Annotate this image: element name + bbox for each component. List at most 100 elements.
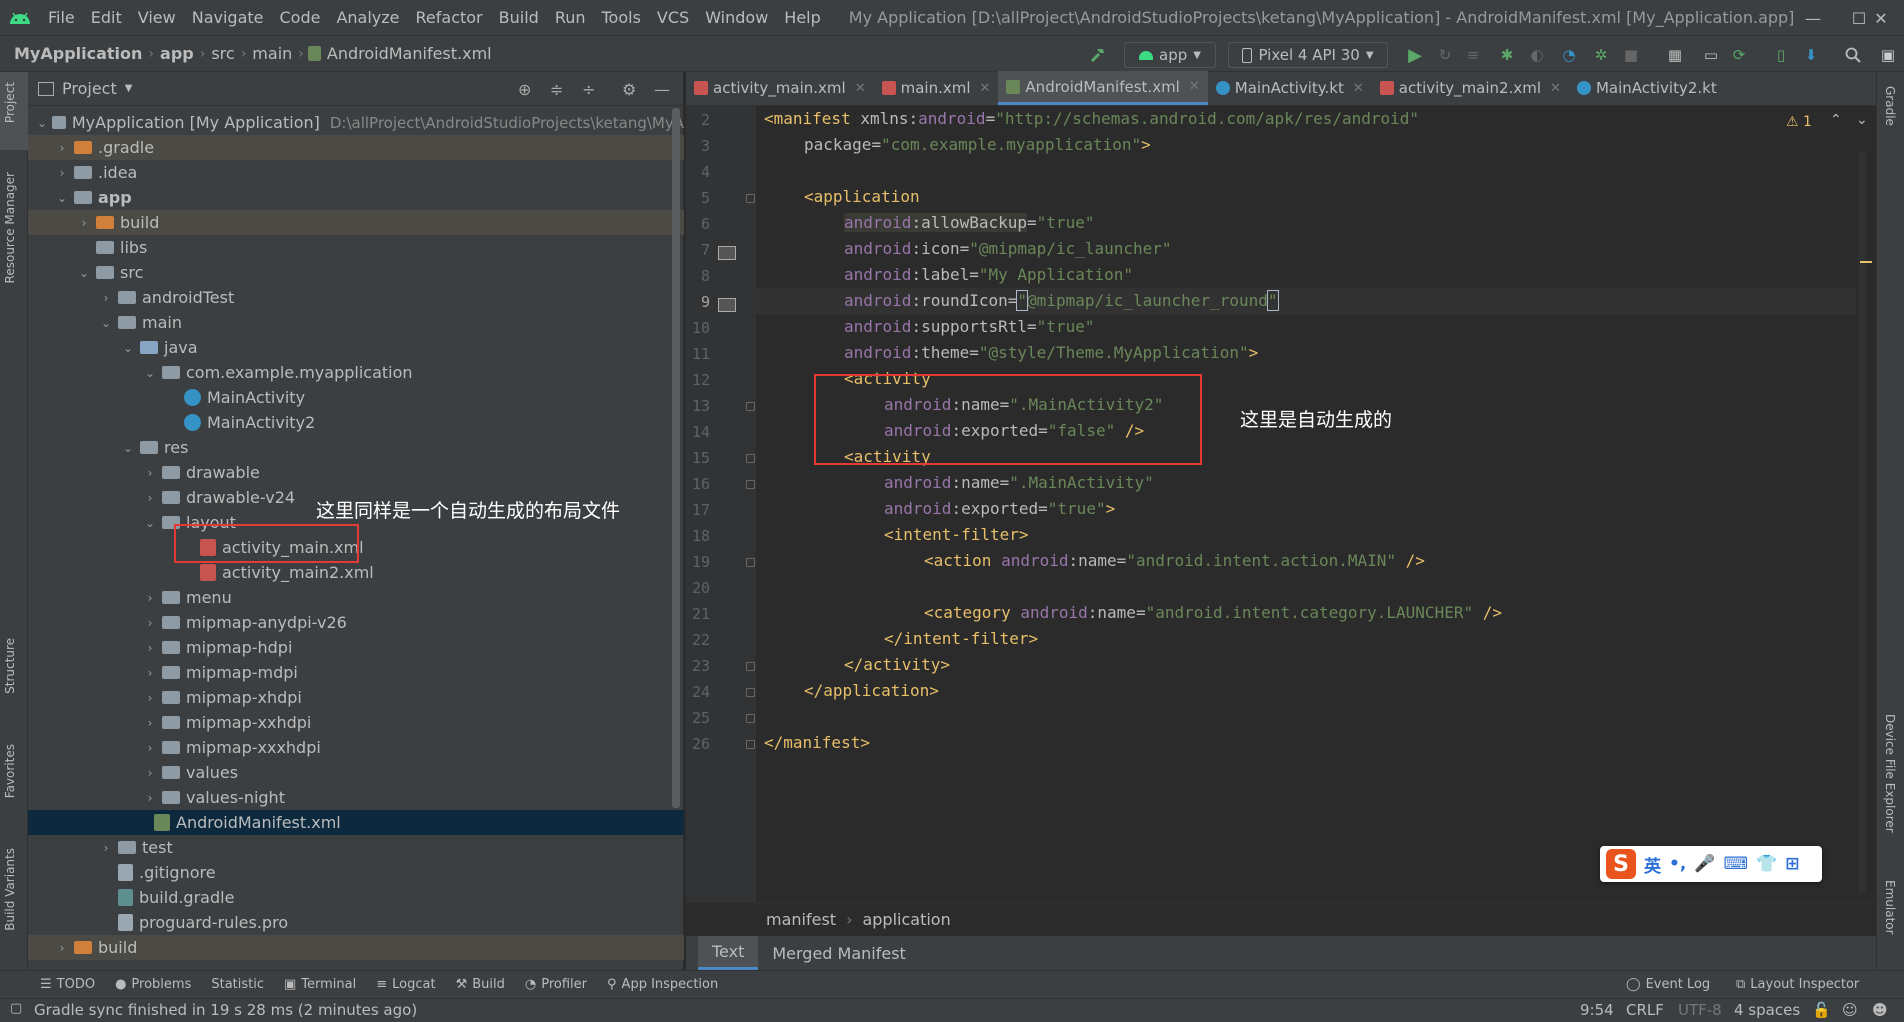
project-view-label[interactable]: Project <box>62 79 117 98</box>
tw-build[interactable]: ⚒ Build <box>446 977 515 992</box>
project-structure-icon[interactable]: ▦ <box>1664 42 1686 68</box>
menu-edit[interactable]: Edit <box>83 8 130 27</box>
debug-icon[interactable]: ✱ <box>1496 42 1518 68</box>
chevron-down-icon[interactable]: ▼ <box>125 83 133 94</box>
fold-marker-icon[interactable] <box>746 480 755 489</box>
attach-debugger-icon[interactable]: ✲ <box>1590 42 1612 68</box>
image-preview-icon[interactable] <box>718 298 736 312</box>
tab-build-variants[interactable]: Build Variants <box>3 848 17 931</box>
menu-analyze[interactable]: Analyze <box>328 8 407 27</box>
warning-stripe[interactable] <box>1860 261 1872 263</box>
fold-marker-icon[interactable] <box>746 194 755 203</box>
tw-problems[interactable]: ● Problems <box>105 977 201 992</box>
chevron-down-icon[interactable]: ⌄ <box>120 341 136 355</box>
tree-item-main[interactable]: ⌄ main <box>28 310 684 335</box>
sdk-manager-icon[interactable]: ⬇ <box>1800 42 1822 68</box>
menu-help[interactable]: Help <box>776 8 828 27</box>
tree-item-activity-main2-xml[interactable]: activity_main2.xml <box>28 560 684 585</box>
keyboard-icon[interactable]: ⌨ <box>1724 854 1749 874</box>
tab-gradle[interactable]: Gradle <box>1883 86 1897 126</box>
tree-item-mipmap-xhdpi[interactable]: › mipmap-xhdpi <box>28 685 684 710</box>
caret-position[interactable]: 9:54 <box>1580 1001 1614 1019</box>
chevron-right-icon[interactable]: › <box>142 591 158 605</box>
expand-all-icon[interactable]: ≑ <box>550 80 563 99</box>
chevron-right-icon[interactable]: › <box>54 141 70 155</box>
sogou-logo-icon[interactable]: S <box>1606 849 1636 879</box>
status-message[interactable]: Gradle sync finished in 19 s 28 ms (2 mi… <box>34 1001 417 1019</box>
chevron-right-icon[interactable]: › <box>142 691 158 705</box>
gear-icon[interactable]: ⚙ <box>622 80 636 99</box>
microphone-icon[interactable]: 🎤 <box>1694 854 1715 874</box>
menu-build[interactable]: Build <box>491 8 547 27</box>
tw-statistic[interactable]: Statistic <box>201 977 274 992</box>
close-icon[interactable]: ✕ <box>855 81 866 96</box>
tab-mainactivity-kt[interactable]: MainActivity.kt ✕ <box>1208 71 1372 105</box>
tree-item-drawable[interactable]: › drawable <box>28 460 684 485</box>
device-manager-icon[interactable]: ▯ <box>1770 42 1792 68</box>
fold-marker-icon[interactable] <box>746 402 755 411</box>
close-icon[interactable]: ✕ <box>1550 81 1561 96</box>
tree-item-res[interactable]: ⌄ res <box>28 435 684 460</box>
fold-marker-icon[interactable] <box>746 558 755 567</box>
run-icon[interactable]: ▶ <box>1404 42 1426 68</box>
chevron-right-icon[interactable]: › <box>142 491 158 505</box>
breadcrumb-project[interactable]: MyApplication <box>0 44 148 63</box>
chevron-right-icon[interactable]: › <box>142 741 158 755</box>
tree-item-gitignore[interactable]: .gitignore <box>28 860 684 885</box>
tw-todo[interactable]: ☰ TODO <box>30 977 105 992</box>
coverage-icon[interactable]: ◐ <box>1526 42 1548 68</box>
tree-item-libs[interactable]: libs <box>28 235 684 260</box>
indent-setting[interactable]: 4 spaces <box>1734 1001 1800 1019</box>
chevron-right-icon[interactable]: › <box>98 841 114 855</box>
tab-structure[interactable]: Structure <box>3 638 17 694</box>
tree-item-src[interactable]: ⌄ src <box>28 260 684 285</box>
tab-device-file-explorer[interactable]: Device File Explorer <box>1883 714 1897 833</box>
menu-tools[interactable]: Tools <box>594 8 649 27</box>
tree-item-mipmap-anydpi[interactable]: › mipmap-anydpi-v26 <box>28 610 684 635</box>
tree-item-androidmanifest[interactable]: AndroidManifest.xml <box>28 810 684 835</box>
tree-item-mipmap-xxhdpi[interactable]: › mipmap-xxhdpi <box>28 710 684 735</box>
tree-item-values-night[interactable]: › values-night <box>28 785 684 810</box>
tab-activity-main-xml[interactable]: activity_main.xml ✕ <box>686 71 874 105</box>
tab-main-xml[interactable]: main.xml ✕ <box>874 71 999 105</box>
chevron-down-icon[interactable]: ⌄ <box>36 116 48 130</box>
chevron-right-icon[interactable]: › <box>142 766 158 780</box>
ime-lang-toggle[interactable]: 英 <box>1644 852 1661 877</box>
breadcrumb-main[interactable]: main <box>246 44 298 63</box>
menu-refactor[interactable]: Refactor <box>408 8 491 27</box>
tree-item-build-gradle[interactable]: build.gradle <box>28 885 684 910</box>
chevron-up-icon[interactable]: ⌃ <box>1830 112 1842 128</box>
hide-panel-icon[interactable]: — <box>654 80 670 99</box>
fold-marker-icon[interactable] <box>746 688 755 697</box>
breadcrumb-manifest[interactable]: manifest <box>766 910 836 929</box>
tree-item-mipmap-mdpi[interactable]: › mipmap-mdpi <box>28 660 684 685</box>
tree-item-proguard[interactable]: proguard-rules.pro <box>28 910 684 935</box>
tab-merged-manifest[interactable]: Merged Manifest <box>758 936 919 970</box>
tab-emulator[interactable]: Emulator <box>1883 880 1897 935</box>
breadcrumb-module[interactable]: app <box>154 44 200 63</box>
tree-item-java[interactable]: ⌄ java <box>28 335 684 360</box>
inspection-face-icon[interactable]: ☺ <box>1842 1001 1858 1019</box>
device-dropdown[interactable]: Pixel 4 API 30 ▼ <box>1228 42 1388 68</box>
project-scrollbar[interactable] <box>672 108 680 808</box>
tw-app-inspection[interactable]: ⚲ App Inspection <box>597 977 728 992</box>
chevron-right-icon[interactable]: › <box>54 166 70 180</box>
menu-view[interactable]: View <box>130 8 184 27</box>
tab-text[interactable]: Text <box>698 936 759 970</box>
code-editor[interactable]: <manifest xmlns:android="http://schemas.… <box>756 106 1856 902</box>
chevron-down-icon[interactable]: ⌄ <box>76 266 92 280</box>
run-config-dropdown[interactable]: app ▼ <box>1124 42 1216 68</box>
menu-window[interactable]: Window <box>697 8 776 27</box>
minimize-button[interactable]: — <box>1790 0 1836 36</box>
tree-item-build-root[interactable]: › build <box>28 935 684 960</box>
account-icon[interactable]: ▣ <box>1876 42 1900 68</box>
tree-item-androidtest[interactable]: › androidTest <box>28 285 684 310</box>
chevron-right-icon[interactable]: › <box>76 216 92 230</box>
status-panel-icon[interactable]: ▢ <box>10 1001 22 1016</box>
hammer-icon[interactable] <box>1086 42 1110 68</box>
tw-profiler[interactable]: ◔ Profiler <box>515 977 597 992</box>
chevron-down-icon[interactable]: ⌄ <box>142 366 158 380</box>
close-window-button[interactable]: ✕ <box>1858 0 1904 36</box>
chevron-right-icon[interactable]: › <box>142 666 158 680</box>
locate-icon[interactable]: ⊕ <box>518 80 531 99</box>
